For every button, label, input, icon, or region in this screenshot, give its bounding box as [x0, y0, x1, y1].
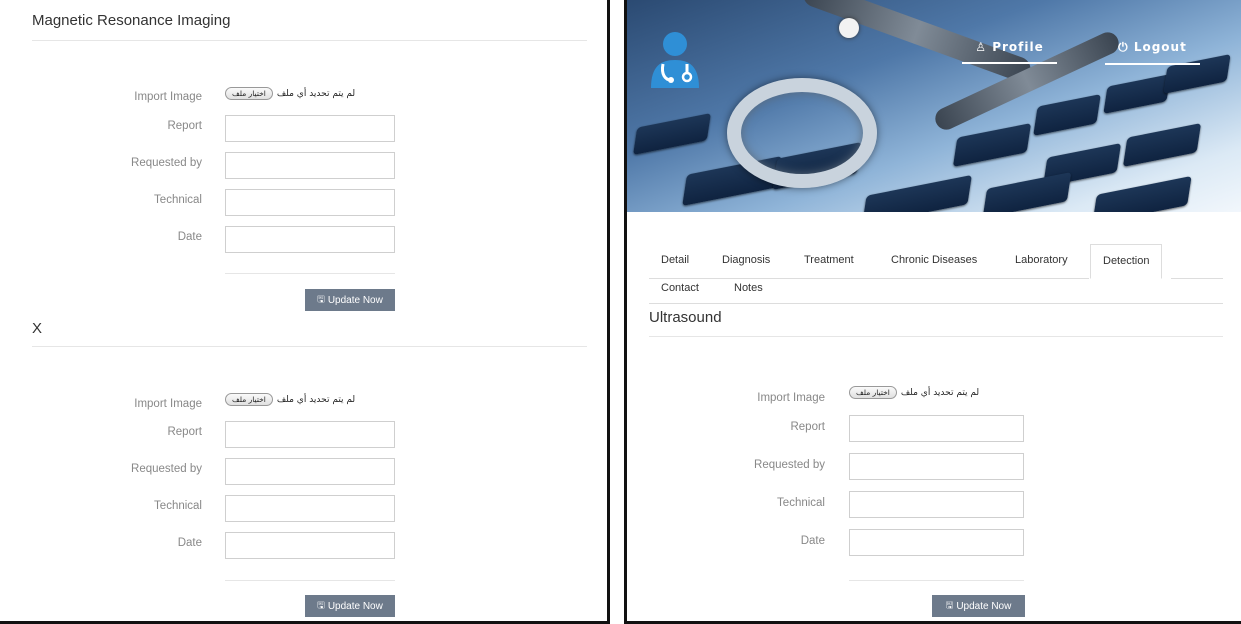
import-image-label: Import Image [134, 398, 202, 410]
mri-technical-input[interactable] [225, 189, 395, 216]
tab-treatment[interactable]: Treatment [792, 244, 866, 276]
banner-key [982, 172, 1072, 212]
tab-contact[interactable]: Contact [649, 272, 711, 304]
update-button-label: Update Now [956, 600, 1012, 612]
tab-laboratory[interactable]: Laboratory [1003, 244, 1080, 276]
x-technical-input[interactable] [225, 495, 395, 522]
mri-report-input[interactable] [225, 115, 395, 142]
header-banner: ♙ Profile ⏻ Logout [627, 0, 1241, 212]
ultrasound-section-title: Ultrasound [649, 309, 722, 326]
update-button-label: Update Now [327, 294, 383, 306]
x-file-picker[interactable]: لم يتم تحديد أي ملف اختيار ملف [225, 393, 355, 406]
mri-file-picker[interactable]: لم يتم تحديد أي ملف اختيار ملف [225, 87, 355, 100]
divider [225, 580, 395, 581]
date-label: Date [800, 535, 825, 547]
banner-key [1122, 123, 1202, 167]
banner-key [952, 123, 1032, 167]
profile-link-label: Profile [992, 40, 1044, 54]
tab-chronic-diseases[interactable]: Chronic Diseases [879, 244, 989, 276]
divider [32, 346, 587, 347]
technical-label: Technical [154, 500, 202, 512]
technical-label: Technical [777, 497, 825, 509]
file-status: لم يتم تحديد أي ملف [276, 394, 356, 405]
choose-file-button[interactable]: اختيار ملف [849, 386, 897, 399]
tab-notes[interactable]: Notes [722, 272, 775, 304]
save-icon: 🖫 [317, 600, 325, 610]
x-update-button[interactable]: 🖫 Update Now [305, 595, 395, 617]
x-section-title: X [32, 320, 43, 337]
date-label: Date [177, 231, 202, 243]
divider [225, 273, 395, 274]
file-status: لم يتم تحديد أي ملف [900, 387, 980, 398]
ultrasound-file-picker[interactable]: لم يتم تحديد أي ملف اختيار ملف [849, 386, 979, 399]
report-label: Report [790, 421, 825, 433]
tab-divider [649, 303, 1223, 304]
save-icon: 🖫 [945, 600, 954, 610]
import-image-label: Import Image [134, 91, 202, 103]
mri-date-input[interactable] [225, 226, 395, 253]
divider [649, 336, 1223, 337]
technical-label: Technical [154, 194, 202, 206]
divider [32, 40, 587, 41]
requested-by-label: Requested by [131, 157, 202, 169]
ultrasound-requested-by-input[interactable] [849, 453, 1024, 480]
right-panel: ♙ Profile ⏻ Logout Detail Diagnosis Trea… [624, 0, 1241, 624]
ultrasound-update-button[interactable]: 🖫 Update Now [932, 595, 1025, 617]
power-icon: ⏻ [1118, 40, 1129, 54]
mri-update-button[interactable]: 🖫 Update Now [305, 289, 395, 311]
banner-key [1092, 175, 1192, 212]
nav-logout-link[interactable]: ⏻ Logout [1105, 40, 1200, 65]
requested-by-label: Requested by [131, 463, 202, 475]
choose-file-button[interactable]: اختيار ملف [225, 87, 273, 100]
x-requested-by-input[interactable] [225, 458, 395, 485]
report-label: Report [167, 426, 202, 438]
tab-underline [1171, 278, 1223, 279]
ultrasound-technical-input[interactable] [849, 491, 1024, 518]
x-report-input[interactable] [225, 421, 395, 448]
mri-section-title: Magnetic Resonance Imaging [32, 12, 231, 29]
left-panel: Magnetic Resonance Imaging Import Image … [0, 0, 610, 624]
nav-profile-link[interactable]: ♙ Profile [962, 40, 1057, 64]
doctor-logo-icon [651, 32, 699, 88]
x-date-input[interactable] [225, 532, 395, 559]
update-button-label: Update Now [327, 600, 383, 612]
save-icon: 🖫 [317, 294, 325, 304]
file-status: لم يتم تحديد أي ملف [276, 88, 356, 99]
choose-file-button[interactable]: اختيار ملف [225, 393, 273, 406]
user-icon: ♙ [975, 40, 988, 54]
banner-key [633, 113, 711, 155]
stethoscope-chestpiece [727, 78, 877, 188]
divider [849, 580, 1024, 581]
mri-requested-by-input[interactable] [225, 152, 395, 179]
date-label: Date [177, 537, 202, 549]
tab-underline [649, 278, 1089, 279]
banner-key [862, 174, 972, 212]
report-label: Report [167, 120, 202, 132]
stethoscope-earpiece [839, 18, 859, 38]
ultrasound-report-input[interactable] [849, 415, 1024, 442]
banner-key [1103, 74, 1171, 114]
import-image-label: Import Image [757, 392, 825, 404]
ultrasound-date-input[interactable] [849, 529, 1024, 556]
requested-by-label: Requested by [754, 459, 825, 471]
logout-link-label: Logout [1133, 40, 1187, 54]
tab-detection[interactable]: Detection [1090, 244, 1163, 279]
banner-key [1033, 94, 1101, 136]
